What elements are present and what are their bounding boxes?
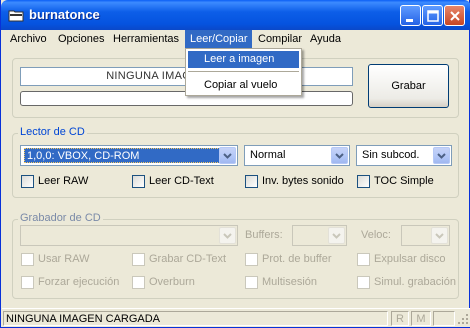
read-mode-value: Normal	[250, 149, 286, 161]
checkbox-box[interactable]	[21, 175, 34, 188]
checkbox-box[interactable]	[132, 276, 145, 289]
checkbox-box[interactable]	[132, 175, 145, 188]
checkbox-label: Forzar ejecución	[38, 276, 120, 288]
menu-compilar[interactable]: Compilar	[253, 30, 307, 49]
grabador-group-title: Grabador de CD	[18, 212, 103, 224]
close-icon	[450, 11, 460, 21]
buffers-label: Buffers:	[245, 229, 283, 241]
menu-ayuda[interactable]: Ayuda	[305, 30, 346, 49]
menu-opciones[interactable]: Opciones	[53, 30, 109, 49]
checkbox-box[interactable]	[132, 253, 145, 266]
checkbox-box[interactable]	[357, 276, 370, 289]
status-bar: NINGUNA IMAGEN CARGADA R M	[2, 308, 470, 327]
grabar-button[interactable]: Grabar	[368, 64, 449, 108]
status-r-indicator: R	[391, 311, 409, 326]
close-button[interactable]	[444, 5, 465, 26]
veloc-select[interactable]	[401, 225, 450, 246]
menu-copiar-al-vuelo[interactable]: Copiar al vuelo	[188, 77, 299, 94]
checkbox-label: Overburn	[149, 276, 195, 288]
menu-leer-copiar[interactable]: Leer/Copiar	[185, 30, 253, 49]
menu-leer-a-imagen[interactable]: Leer a imagen	[188, 51, 299, 68]
checkbox-label: Leer CD-Text	[149, 175, 214, 187]
lector-group-title: Lector de CD	[18, 126, 87, 138]
chevron-down-icon[interactable]	[219, 147, 236, 164]
checkbox-box[interactable]	[245, 253, 258, 266]
subcode-select[interactable]: Sin subcod.	[356, 145, 452, 166]
recorder-select[interactable]	[20, 225, 238, 246]
chevron-down-icon[interactable]	[433, 147, 450, 164]
checkbox-box[interactable]	[357, 175, 370, 188]
checkbox-label: Expulsar disco	[374, 253, 446, 265]
minimize-icon	[406, 19, 413, 22]
checkbox-label: Simul. grabación	[374, 276, 456, 288]
checkbox-label: Multisesión	[262, 276, 318, 288]
maximize-icon	[427, 10, 439, 22]
menu-herramientas[interactable]: Herramientas	[108, 30, 184, 49]
status-extra-panel	[433, 311, 455, 326]
read-mode-select[interactable]: Normal	[244, 145, 350, 166]
checkbox-box[interactable]	[245, 276, 258, 289]
chevron-down-icon[interactable]	[331, 147, 348, 164]
resize-grip-icon[interactable]	[457, 313, 469, 325]
chevron-down-icon[interactable]	[219, 227, 236, 244]
status-m-indicator: M	[411, 311, 431, 326]
title-bar[interactable]: burnatonce	[1, 0, 470, 30]
checkbox-box[interactable]	[245, 175, 258, 188]
chevron-down-icon[interactable]	[328, 227, 345, 244]
checkbox-label: Leer RAW	[38, 175, 89, 187]
minimize-button[interactable]	[400, 5, 421, 26]
checkbox-box[interactable]	[357, 253, 370, 266]
window-title: burnatonce	[29, 7, 100, 22]
disc-folder-icon	[8, 8, 24, 22]
status-text: NINGUNA IMAGEN CARGADA	[3, 311, 388, 326]
menu-bar: Archivo Opciones Herramientas Leer/Copia…	[4, 30, 468, 49]
checkbox-label: Usar RAW	[38, 253, 90, 265]
maximize-button[interactable]	[422, 5, 443, 26]
app-window: burnatonce Archivo Opciones Herramientas…	[0, 0, 470, 328]
menu-separator	[188, 71, 299, 72]
drive-select[interactable]: 1,0,0: VBOX, CD-ROM	[20, 145, 238, 166]
drive-value: 1,0,0: VBOX, CD-ROM	[24, 148, 220, 163]
checkbox-label: Inv. bytes sonido	[262, 175, 344, 187]
menu-archivo[interactable]: Archivo	[5, 30, 52, 49]
veloc-label: Veloc:	[361, 229, 391, 241]
leer-copiar-dropdown: Leer a imagen Copiar al vuelo	[185, 48, 302, 96]
checkbox-box[interactable]	[21, 276, 34, 289]
checkbox-label: TOC Simple	[374, 175, 434, 187]
buffers-select[interactable]	[292, 225, 347, 246]
subcode-value: Sin subcod.	[362, 149, 420, 161]
checkbox-box[interactable]	[21, 253, 34, 266]
checkbox-label: Prot. de buffer	[262, 253, 332, 265]
chevron-down-icon[interactable]	[431, 227, 448, 244]
checkbox-label: Grabar CD-Text	[149, 253, 227, 265]
